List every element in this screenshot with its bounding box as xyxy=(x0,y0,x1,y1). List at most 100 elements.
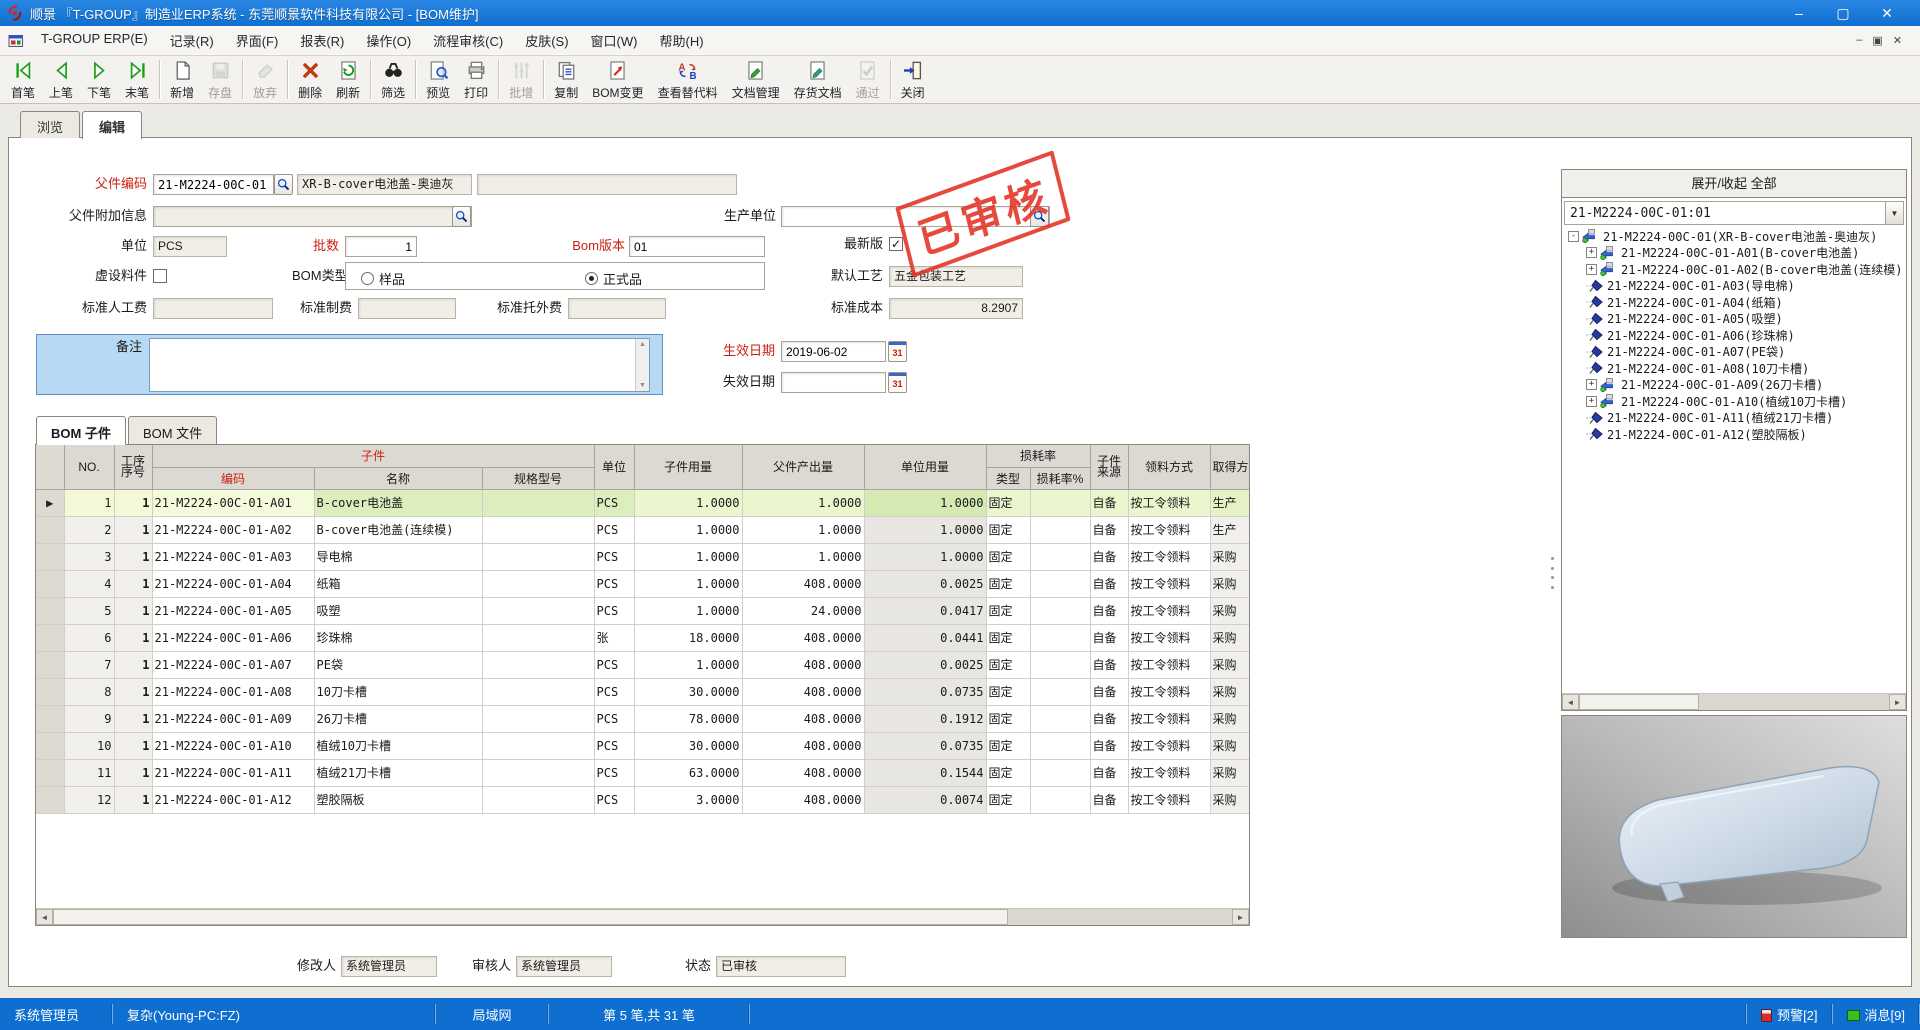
tab-browse[interactable]: 浏览 xyxy=(20,111,80,138)
prev-record-button[interactable]: 上笔 xyxy=(42,57,80,102)
table-row[interactable]: 10 1 21-M2224-00C-01-A10 植绒10刀卡槽 PCS 30.… xyxy=(36,732,1249,759)
maximize-button[interactable]: ▢ xyxy=(1828,5,1858,22)
print-button[interactable]: 打印 xyxy=(457,57,495,102)
chevron-down-icon[interactable]: ▼ xyxy=(1885,202,1903,224)
subtab-bom-children[interactable]: BOM 子件 xyxy=(36,416,126,445)
table-row[interactable]: 2 1 21-M2224-00C-01-A02 B-cover电池盖(连续模) … xyxy=(36,516,1249,543)
table-row[interactable]: 12 1 21-M2224-00C-01-A12 塑胶隔板 PCS 3.0000… xyxy=(36,786,1249,813)
tree-node[interactable]: 21-M2224-00C-01-A03(导电棉) xyxy=(1564,278,1904,295)
col-header-loss[interactable]: 损耗率 xyxy=(986,445,1090,467)
tree-expand-collapse-button[interactable]: 展开/收起 全部 xyxy=(1562,170,1906,198)
child-restore-button[interactable]: ▣ xyxy=(1872,34,1882,47)
col-header-spec[interactable]: 规格型号 xyxy=(482,467,594,489)
new-button[interactable]: 新增 xyxy=(163,57,201,102)
expire-date-calendar-button[interactable]: 31 xyxy=(888,372,907,393)
document-manage-button[interactable]: 文档管理 xyxy=(725,57,787,102)
tree-node[interactable]: - 21-M2224-00C-01(XR-B-cover电池盖-奥迪灰) xyxy=(1564,228,1904,245)
table-row[interactable]: ▶ 1 1 21-M2224-00C-01-A01 B-cover电池盖 PCS… xyxy=(36,489,1249,516)
statusbar-message[interactable]: 消息[9] xyxy=(1833,1005,1919,1024)
scrollbar-thumb[interactable] xyxy=(53,909,1008,925)
next-record-button[interactable]: 下笔 xyxy=(80,57,118,102)
table-row[interactable]: 7 1 21-M2224-00C-01-A07 PE袋 PCS 1.0000 4… xyxy=(36,651,1249,678)
preview-button[interactable]: 预览 xyxy=(419,57,457,102)
refresh-button[interactable]: 刷新 xyxy=(329,57,367,102)
parent-code-input[interactable] xyxy=(153,174,274,195)
tree-expand-icon[interactable]: + xyxy=(1586,247,1597,258)
view-substitute-button[interactable]: 查看替代料 xyxy=(651,57,725,102)
virtual-part-checkbox[interactable] xyxy=(153,269,167,283)
inventory-document-button[interactable]: 存货文档 xyxy=(787,57,849,102)
menu-item[interactable]: 界面(F) xyxy=(225,27,290,54)
effective-date-input[interactable] xyxy=(781,341,886,362)
table-row[interactable]: 9 1 21-M2224-00C-01-A09 26刀卡槽 PCS 78.000… xyxy=(36,705,1249,732)
minimize-button[interactable]: – xyxy=(1784,5,1814,22)
col-header-unit-usage[interactable]: 单位用量 xyxy=(864,445,986,489)
scroll-left-icon[interactable]: ◄ xyxy=(1562,694,1579,710)
col-header-parent-output[interactable]: 父件产出量 xyxy=(742,445,864,489)
menu-item[interactable]: T-GROUP ERP(E) xyxy=(30,27,159,54)
table-row[interactable]: 8 1 21-M2224-00C-01-A08 10刀卡槽 PCS 30.000… xyxy=(36,678,1249,705)
copy-button[interactable]: 复制 xyxy=(547,57,585,102)
menu-item[interactable]: 窗口(W) xyxy=(580,27,649,54)
last-record-button[interactable]: 末笔 xyxy=(118,57,156,102)
tree-expand-icon[interactable]: + xyxy=(1586,379,1597,390)
expire-date-input[interactable] xyxy=(781,372,886,393)
grid-horizontal-scrollbar[interactable]: ◄ ► xyxy=(36,908,1249,925)
col-header-unit[interactable]: 单位 xyxy=(594,445,634,489)
subtab-bom-files[interactable]: BOM 文件 xyxy=(128,416,217,445)
tree-node[interactable]: + 21-M2224-00C-01-A10(植绒10刀卡槽) xyxy=(1564,393,1904,410)
col-header-loss-rate[interactable]: 损耗率% xyxy=(1030,467,1090,489)
tree-node[interactable]: 21-M2224-00C-01-A04(纸箱) xyxy=(1564,294,1904,311)
parent-code-search-button[interactable] xyxy=(274,174,293,195)
col-header-no[interactable]: NO. xyxy=(64,445,114,489)
table-row[interactable]: 6 1 21-M2224-00C-01-A06 珍珠棉 张 18.0000 40… xyxy=(36,624,1249,651)
discard-button[interactable]: 放弃 xyxy=(246,57,284,102)
remark-textarea[interactable] xyxy=(149,338,650,392)
tree-node[interactable]: + 21-M2224-00C-01-A02(B-cover电池盖(连续模)) xyxy=(1564,261,1904,278)
scrollbar-thumb[interactable] xyxy=(1579,694,1699,710)
approve-button[interactable]: 通过 xyxy=(849,57,887,102)
parent-addinfo-input[interactable] xyxy=(153,206,472,227)
scroll-left-icon[interactable]: ◄ xyxy=(36,909,53,925)
scroll-right-icon[interactable]: ► xyxy=(1889,694,1906,710)
tree-node[interactable]: + 21-M2224-00C-01-A01(B-cover电池盖) xyxy=(1564,245,1904,262)
tree-expand-icon[interactable]: + xyxy=(1586,396,1597,407)
batch-input[interactable] xyxy=(345,236,417,257)
batch-add-button[interactable]: 批增 xyxy=(502,57,540,102)
tree-node[interactable]: 21-M2224-00C-01-A05(吸塑) xyxy=(1564,311,1904,328)
table-row[interactable]: 3 1 21-M2224-00C-01-A03 导电棉 PCS 1.0000 1… xyxy=(36,543,1249,570)
tree-node[interactable]: 21-M2224-00C-01-A07(PE袋) xyxy=(1564,344,1904,361)
col-header-code[interactable]: 编码 xyxy=(152,467,314,489)
tree-node[interactable]: 21-M2224-00C-01-A12(塑胶隔板) xyxy=(1564,426,1904,443)
bom-version-input[interactable] xyxy=(629,236,765,257)
tree-node[interactable]: 21-M2224-00C-01-A08(10刀卡槽) xyxy=(1564,360,1904,377)
table-row[interactable]: 4 1 21-M2224-00C-01-A04 纸箱 PCS 1.0000 40… xyxy=(36,570,1249,597)
bom-version-selector[interactable]: 21-M2224-00C-01:01 ▼ xyxy=(1564,201,1904,225)
close-window-button[interactable]: 关闭 xyxy=(894,57,932,102)
col-header-issue[interactable]: 领料方式 xyxy=(1128,445,1210,489)
save-button[interactable]: 存盘 xyxy=(201,57,239,102)
tree-node[interactable]: + 21-M2224-00C-01-A09(26刀卡槽) xyxy=(1564,377,1904,394)
tree-node[interactable]: 21-M2224-00C-01-A11(植绒21刀卡槽) xyxy=(1564,410,1904,427)
menu-item[interactable]: 操作(O) xyxy=(355,27,422,54)
remark-scrollbar[interactable]: ▲▼ xyxy=(635,339,649,391)
delete-button[interactable]: 删除 xyxy=(291,57,329,102)
effective-date-calendar-button[interactable]: 31 xyxy=(888,341,907,362)
col-header-seq[interactable]: 工序序号 xyxy=(114,445,152,489)
bom-type-radio-sample[interactable]: 样品 xyxy=(361,269,405,288)
bom-change-button[interactable]: BOM变更 xyxy=(585,57,650,102)
child-close-button[interactable]: ✕ xyxy=(1893,34,1902,47)
bom-type-radio-formal[interactable]: 正式品 xyxy=(585,269,642,288)
tree-expand-icon[interactable]: + xyxy=(1586,264,1597,275)
child-minimize-button[interactable]: – xyxy=(1856,34,1862,47)
filter-button[interactable]: 筛选 xyxy=(374,57,412,102)
scroll-right-icon[interactable]: ► xyxy=(1232,909,1249,925)
col-header-source[interactable]: 子件来源 xyxy=(1090,445,1128,489)
menu-item[interactable]: 记录(R) xyxy=(159,27,225,54)
col-header-acquire[interactable]: 取得方式 xyxy=(1210,445,1249,489)
col-header-loss-type[interactable]: 类型 xyxy=(986,467,1030,489)
panel-splitter[interactable] xyxy=(1549,553,1556,593)
col-header-name[interactable]: 名称 xyxy=(314,467,482,489)
tab-edit[interactable]: 编辑 xyxy=(82,111,142,139)
latest-version-checkbox[interactable]: ✓ xyxy=(889,237,903,251)
